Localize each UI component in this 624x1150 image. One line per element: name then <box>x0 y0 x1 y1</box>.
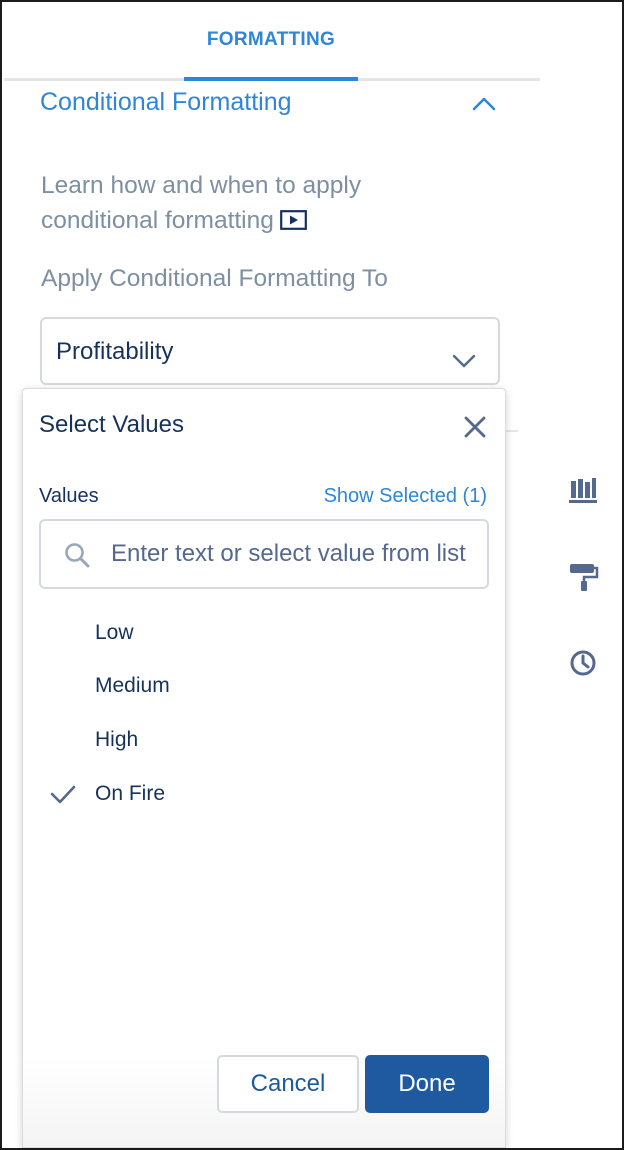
bar-chart-icon[interactable] <box>566 476 600 506</box>
cancel-button[interactable]: Cancel <box>217 1055 359 1113</box>
list-item[interactable]: On Fire <box>23 770 505 818</box>
search-input[interactable] <box>111 521 487 587</box>
active-tab-indicator <box>184 77 358 81</box>
paint-roller-icon[interactable] <box>566 562 600 592</box>
search-field[interactable] <box>39 519 489 589</box>
close-icon[interactable] <box>461 413 489 441</box>
video-play-icon[interactable] <box>279 210 307 230</box>
chevron-down-icon <box>452 354 476 368</box>
popover-title: Select Values <box>39 411 184 438</box>
select-values-popover: Select Values Values Show Selected (1) L… <box>22 388 506 1148</box>
apply-formatting-label: Apply Conditional Formatting To <box>41 265 388 292</box>
option-label: Low <box>95 621 134 644</box>
clock-icon[interactable] <box>566 648 600 678</box>
chevron-up-icon[interactable] <box>472 94 496 112</box>
help-text: Learn how and when to apply conditional … <box>41 168 421 238</box>
apply-to-select[interactable]: Profitability <box>40 317 500 385</box>
option-label: On Fire <box>95 782 166 805</box>
tab-bar: FORMATTING <box>4 2 540 81</box>
done-button[interactable]: Done <box>365 1055 489 1113</box>
tab-formatting-label: FORMATTING <box>206 29 336 50</box>
search-icon <box>65 543 90 568</box>
list-item[interactable]: High <box>23 716 505 764</box>
option-label: Medium <box>95 674 170 697</box>
apply-to-selected-value: Profitability <box>56 338 174 365</box>
help-link-text[interactable]: Learn how and when to apply conditional … <box>41 172 361 234</box>
list-item[interactable]: Medium <box>23 662 505 710</box>
tab-formatting[interactable]: FORMATTING <box>184 2 358 81</box>
section-title[interactable]: Conditional Formatting <box>40 88 292 117</box>
option-label: High <box>95 728 139 751</box>
check-icon <box>50 785 76 804</box>
show-selected-link[interactable]: Show Selected (1) <box>324 485 487 508</box>
list-item[interactable]: Low <box>23 609 505 657</box>
values-label: Values <box>39 485 99 507</box>
